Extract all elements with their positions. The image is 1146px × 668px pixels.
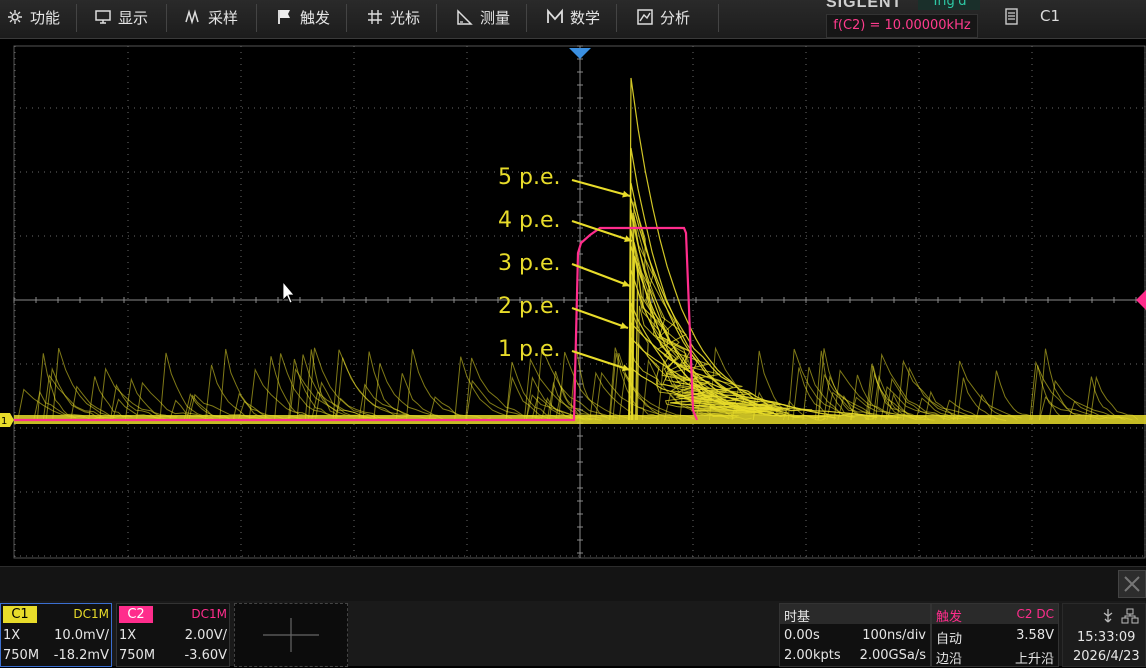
ch2-bandwidth: 750M [119,648,156,663]
ch1-dark-pulse [1031,365,1068,421]
add-channel-button[interactable] [234,603,348,667]
menu-acquire-label: 采样 [208,8,239,27]
math-icon [546,8,564,26]
ch2-offset: -3.60V [184,648,227,663]
document-icon[interactable] [1004,8,1020,26]
ch1-dark-pulse [264,356,310,421]
annotation-3pe: 3 p.e. [498,251,561,276]
trigger-slope: 上升沿 [1014,652,1054,667]
brand-logo: SIGLENT [826,0,903,11]
menu-math-label: 数学 [570,8,601,27]
ch1-offset: -18.2mV [53,648,109,663]
ch1-probe: 1X [3,628,21,643]
menu-function[interactable]: 功能 [6,0,60,34]
ch1-dark-pulse [609,353,659,421]
ch2-tag: C2 [119,606,153,623]
ch1-scale: 10.0mV/ [54,628,109,643]
clock-panel: 15:33:09 2026/4/23 [1062,603,1146,667]
ch2-pulse [14,226,699,422]
waveform-display[interactable]: 1 5 p.e. 4 p.e. 3 p.e. 2 p.e. 1 p.e. [0,38,1146,566]
menu-display[interactable]: 显示 [94,0,148,34]
menu-function-label: 功能 [30,8,61,27]
usb-icon [1103,609,1113,623]
cursor-icon [366,8,384,26]
menu-acquire[interactable]: 采样 [184,0,238,34]
timebase-rate: 2.00GSa/s [859,648,926,663]
timebase-points: 2.00kpts [784,648,841,663]
ch1-photo-pulse [628,209,784,421]
ch1-dark-pulse [274,353,335,421]
ch1-offset-marker[interactable]: 1 [0,413,14,427]
trigger-panel[interactable]: 触发 C2 DC 自动 3.58V 边沿 上升沿 [931,603,1059,667]
ch1-dark-pulse [454,356,513,421]
annotation-arrow [571,178,631,198]
ch1-dark-pulse [953,360,1022,421]
annotation-arrows [571,178,633,372]
ch1-dark-pulse [1089,375,1139,421]
menu-measure[interactable]: 测量 [456,0,510,34]
analyze-icon [636,8,654,26]
menu-measure-label: 测量 [480,8,511,27]
menu-trigger[interactable]: 触发 [276,0,330,34]
annotation-4pe: 4 p.e. [498,208,561,233]
annotation-1pe: 1 p.e. [498,337,561,362]
trigger-status: Trig'd [918,0,980,10]
ch2-coupling: DC1M [191,607,227,621]
ch1-bandwidth: 750M [3,648,40,663]
ch1-tag: C1 [3,606,37,623]
ch2-trace [14,226,699,422]
menu-display-label: 显示 [118,8,149,27]
timebase-panel[interactable]: 时基 0.00s 100ns/div 2.00kpts 2.00GSa/s [779,603,931,667]
measure-icon [456,8,474,26]
annotation-arrow [571,219,633,243]
network-icon [1121,608,1139,624]
waveform-canvas: 1 [0,45,1146,559]
ch1-dark-pulse [124,377,177,421]
ch2-info-box[interactable]: C2 DC1M 1X 2.00V/ 750M -3.60V [116,603,230,667]
trigger-title: 触发 [936,610,963,625]
trigger-level-marker[interactable] [1136,290,1146,310]
trigger-position-marker[interactable] [569,48,591,59]
graticule [13,45,1146,559]
ch1-info-box[interactable]: C1 DC1M 1X 10.0mV/ 750M -18.2mV [0,603,112,667]
trigger-mode: 自动 [936,632,963,647]
menu-bar: 功能 显示 采样 触发 光标 测量 数学 分析 SIGLENT Trig'd f… [0,0,1146,39]
trigger-flag-icon [276,8,294,26]
menu-analyze[interactable]: 分析 [636,0,690,34]
menu-cursor-label: 光标 [390,8,421,27]
trigger-source: C2 DC [1016,607,1054,621]
bottom-strip [0,566,1146,601]
annotation-5pe: 5 p.e. [498,165,561,190]
annotation-arrowhead [620,322,628,329]
acquire-icon [184,8,202,26]
timebase-scale: 100ns/div [862,628,926,643]
status-bar: C1 DC1M 1X 10.0mV/ 750M -18.2mV C2 DC1M … [0,601,1146,667]
menu-trigger-label: 触发 [300,8,331,27]
menu-cursor[interactable]: 光标 [366,0,420,34]
svg-text:1: 1 [1,416,7,427]
ch1-coupling: DC1M [73,607,109,621]
trigger-level: 3.58V [1016,628,1054,643]
close-button[interactable] [1118,570,1146,598]
annotation-arrow [571,262,631,288]
menu-analyze-label: 分析 [660,8,691,27]
timebase-delay: 0.00s [784,628,820,643]
display-icon [94,8,112,26]
trigger-type: 边沿 [936,652,963,667]
function-icon [6,8,24,26]
frequency-readout[interactable]: f(C2) = 10.00000kHz [826,14,978,38]
ch2-probe: 1X [119,628,137,643]
clock-time: 15:33:09 [1077,630,1136,645]
ch1-dark-pulse [219,348,268,421]
clock-date: 2026/4/23 [1073,649,1140,664]
timebase-title: 时基 [784,610,811,625]
ch2-scale: 2.00V/ [184,628,227,643]
ch1-dark-pulse [902,366,967,421]
annotation-2pe: 2 p.e. [498,294,561,319]
plus-icon [263,618,319,652]
menu-math[interactable]: 数学 [546,0,600,34]
close-icon [1124,576,1140,592]
channel-select[interactable]: C1 [1040,7,1060,25]
